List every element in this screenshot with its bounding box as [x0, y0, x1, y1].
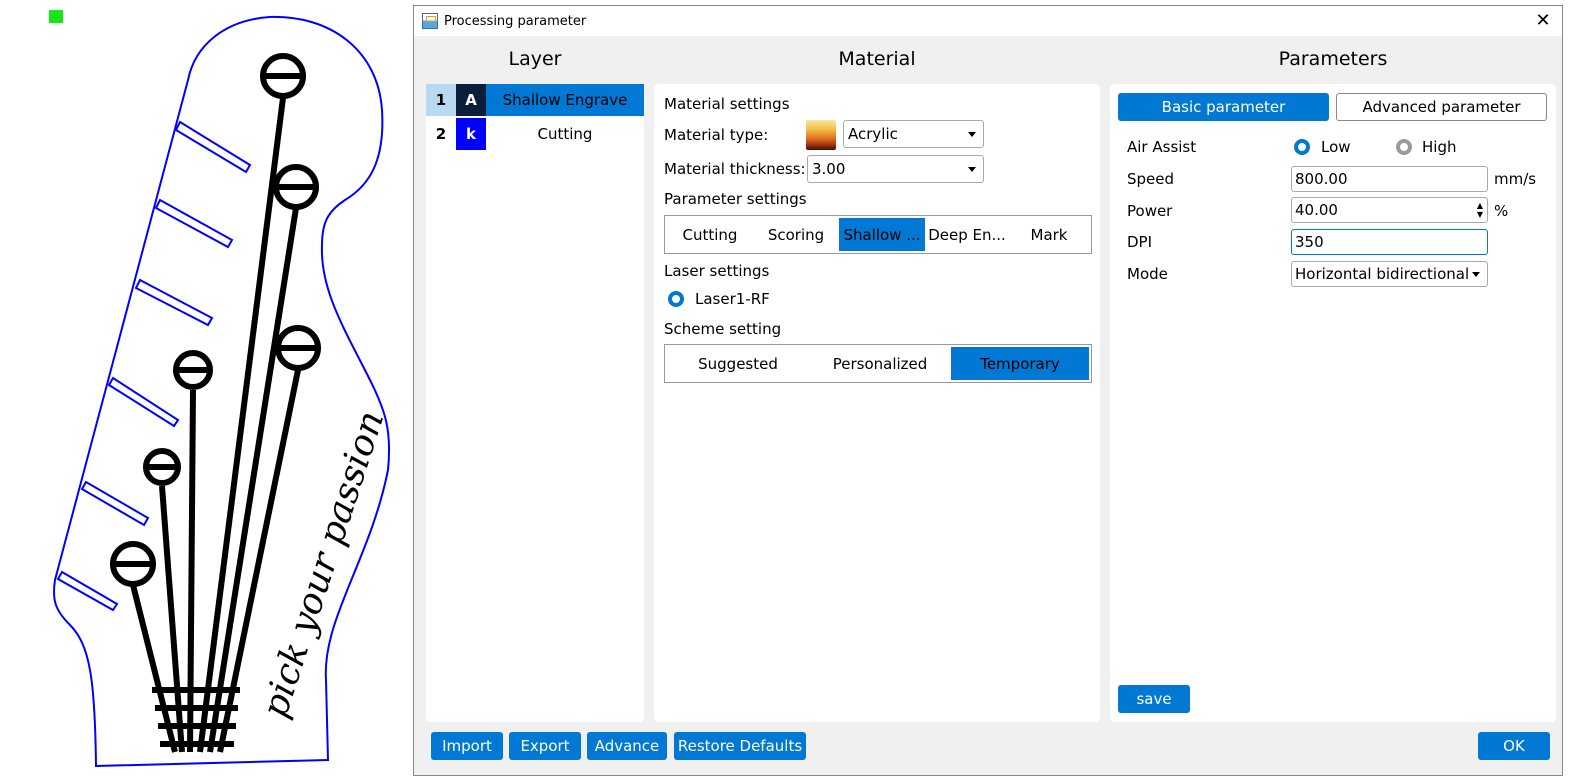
material-panel: Material settings Material type: Acrylic…: [654, 84, 1100, 722]
tab-personalized[interactable]: Personalized: [809, 347, 951, 380]
material-thickness-select[interactable]: 3.00: [807, 155, 984, 183]
material-settings-title: Material settings: [664, 95, 790, 113]
material-thickness-value: 3.00: [812, 160, 846, 178]
guitar-headstock-design: pick your passion: [52, 15, 393, 768]
save-button[interactable]: save: [1118, 685, 1190, 713]
tuner-slots: [56, 120, 252, 612]
dialog-titlebar: Processing parameter ✕: [414, 6, 1562, 36]
advance-button[interactable]: Advance: [587, 732, 667, 760]
parameters-panel: Basic parameter Advanced parameter Air A…: [1110, 84, 1556, 722]
layer-column-header: Layer: [508, 48, 562, 70]
headstock-outline: [52, 15, 391, 768]
mode-label: Mode: [1127, 265, 1168, 283]
layer-number: 2: [435, 125, 447, 143]
speed-label: Speed: [1127, 170, 1175, 188]
app-icon: [422, 13, 438, 29]
dialog-title: Processing parameter: [444, 13, 587, 29]
parameter-settings-title: Parameter settings: [664, 190, 807, 208]
tab-advanced-parameter[interactable]: Advanced parameter: [1336, 93, 1547, 121]
power-input[interactable]: 40.00 ▲ ▼: [1291, 197, 1488, 223]
design-canvas[interactable]: pick your passion: [0, 0, 413, 779]
speed-unit: mm/s: [1494, 170, 1537, 188]
chevron-down-icon: [1472, 272, 1480, 277]
layer-name: Cutting: [537, 125, 593, 143]
layer-color-swatch: A: [456, 84, 486, 116]
power-unit: %: [1494, 202, 1509, 220]
air-assist-high-label: High: [1422, 138, 1457, 156]
air-assist-low-label: Low: [1321, 138, 1351, 156]
layer-list: 1 A Shallow Engrave 2 k Cutting: [426, 84, 644, 722]
close-icon[interactable]: ✕: [1532, 10, 1554, 31]
material-type-label: Material type:: [664, 126, 769, 144]
chevron-down-icon: [968, 132, 976, 137]
laser-settings-title: Laser settings: [664, 262, 770, 280]
dpi-input[interactable]: 350: [1291, 229, 1488, 255]
chevron-down-icon: [968, 167, 976, 172]
layer-name: Shallow Engrave: [502, 91, 628, 109]
tab-shallow-engrave[interactable]: Shallow ...: [839, 218, 925, 251]
export-button[interactable]: Export: [509, 732, 581, 760]
ok-button[interactable]: OK: [1478, 732, 1550, 760]
spinner-arrows-icon[interactable]: ▲ ▼: [1477, 201, 1483, 219]
air-assist-label: Air Assist: [1127, 138, 1197, 156]
engraved-text: pick your passion: [255, 406, 393, 723]
mode-select[interactable]: Horizontal bidirectional: [1291, 261, 1488, 287]
material-type-value: Acrylic: [848, 125, 898, 143]
material-type-select[interactable]: Acrylic: [843, 120, 984, 148]
tuner-pegs: [110, 53, 321, 587]
import-button[interactable]: Import: [431, 732, 503, 760]
tab-mark[interactable]: Mark: [1009, 218, 1089, 251]
acrylic-thumbnail: [806, 120, 836, 150]
tab-basic-parameter[interactable]: Basic parameter: [1118, 93, 1329, 121]
air-assist-high-radio[interactable]: [1396, 139, 1412, 155]
tab-suggested[interactable]: Suggested: [667, 347, 809, 380]
material-column-header: Material: [838, 48, 916, 70]
layer-row-1[interactable]: 1 A Shallow Engrave: [426, 84, 644, 116]
processing-parameter-dialog: Processing parameter ✕ Layer Material Pa…: [413, 5, 1563, 776]
air-assist-low-radio[interactable]: [1294, 139, 1310, 155]
scheme-setting-title: Scheme setting: [664, 320, 782, 338]
layer-color-swatch: k: [456, 118, 486, 150]
power-value: 40.00: [1295, 201, 1338, 219]
speed-input[interactable]: 800.00: [1291, 166, 1488, 192]
laser1-label: Laser1-RF: [695, 290, 770, 308]
parameter-settings-tabs: Cutting Scoring Shallow ... Deep En... M…: [664, 215, 1092, 254]
mode-value: Horizontal bidirectional: [1295, 265, 1470, 283]
scheme-setting-tabs: Suggested Personalized Temporary: [664, 344, 1092, 383]
laser1-radio[interactable]: [668, 291, 684, 307]
tab-deep-engrave[interactable]: Deep En...: [925, 218, 1009, 251]
layer-number: 1: [426, 84, 456, 116]
dpi-label: DPI: [1127, 233, 1153, 251]
layer-row-2[interactable]: 2 k Cutting: [426, 118, 644, 150]
material-thickness-label: Material thickness:: [664, 160, 806, 178]
tab-scoring[interactable]: Scoring: [753, 218, 839, 251]
tab-cutting[interactable]: Cutting: [667, 218, 753, 251]
restore-defaults-button[interactable]: Restore Defaults: [674, 732, 806, 760]
power-label: Power: [1127, 202, 1173, 220]
parameters-column-header: Parameters: [1278, 48, 1388, 70]
tab-temporary[interactable]: Temporary: [951, 347, 1089, 380]
